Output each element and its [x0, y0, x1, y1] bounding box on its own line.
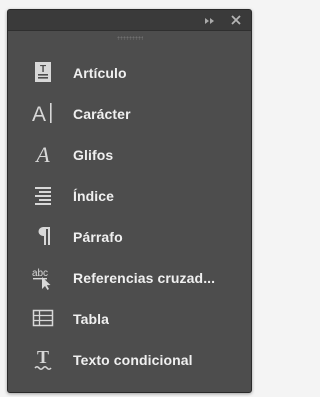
menu-item-label: Carácter: [73, 106, 131, 122]
panel-grip[interactable]: [8, 31, 251, 45]
menu-item-label: Párrafo: [73, 229, 123, 245]
menu-item-index[interactable]: Índice: [8, 177, 251, 218]
menu-item-label: Texto condicional: [73, 352, 193, 368]
menu-item-label: Tabla: [73, 311, 110, 327]
menu-item-glyphs[interactable]: A Glifos: [8, 136, 251, 177]
menu-item-label: Glifos: [73, 147, 114, 163]
menu-item-label: Artículo: [73, 65, 127, 81]
grip-dots: [116, 36, 143, 40]
table-icon: [30, 305, 56, 331]
menu-item-label: Referencias cruzad...: [73, 270, 216, 286]
menu-item-conditional-text[interactable]: T Texto condicional: [8, 341, 251, 382]
paragraph-icon: [30, 223, 56, 249]
panel-titlebar[interactable]: [8, 10, 251, 31]
cross-references-icon: abc: [30, 264, 56, 290]
menu-item-character[interactable]: A Carácter: [8, 95, 251, 136]
svg-text:T: T: [37, 347, 49, 367]
glyphs-icon: A: [30, 141, 56, 167]
double-chevron-right-icon: [205, 18, 214, 24]
character-icon: A: [30, 100, 56, 126]
close-icon: [231, 15, 241, 25]
menu-item-label: Índice: [73, 188, 115, 204]
conditional-text-icon: T: [30, 346, 56, 372]
panel-list: T Artículo A Carácter A Glifos Índice Pá…: [8, 54, 251, 382]
menu-item-article[interactable]: T Artículo: [8, 54, 251, 95]
article-icon: T: [30, 59, 56, 85]
close-panel-button[interactable]: [229, 13, 243, 27]
text-panels-menu: T Artículo A Carácter A Glifos Índice Pá…: [7, 9, 252, 393]
menu-item-paragraph[interactable]: Párrafo: [8, 218, 251, 259]
collapse-panel-button[interactable]: [203, 14, 217, 26]
svg-text:A: A: [32, 103, 46, 126]
menu-item-table[interactable]: Tabla: [8, 300, 251, 341]
index-icon: [30, 182, 56, 208]
menu-item-cross-references[interactable]: abc Referencias cruzad...: [8, 259, 251, 300]
svg-text:abc: abc: [32, 268, 48, 279]
svg-text:A: A: [34, 142, 50, 167]
svg-text:T: T: [40, 64, 46, 75]
